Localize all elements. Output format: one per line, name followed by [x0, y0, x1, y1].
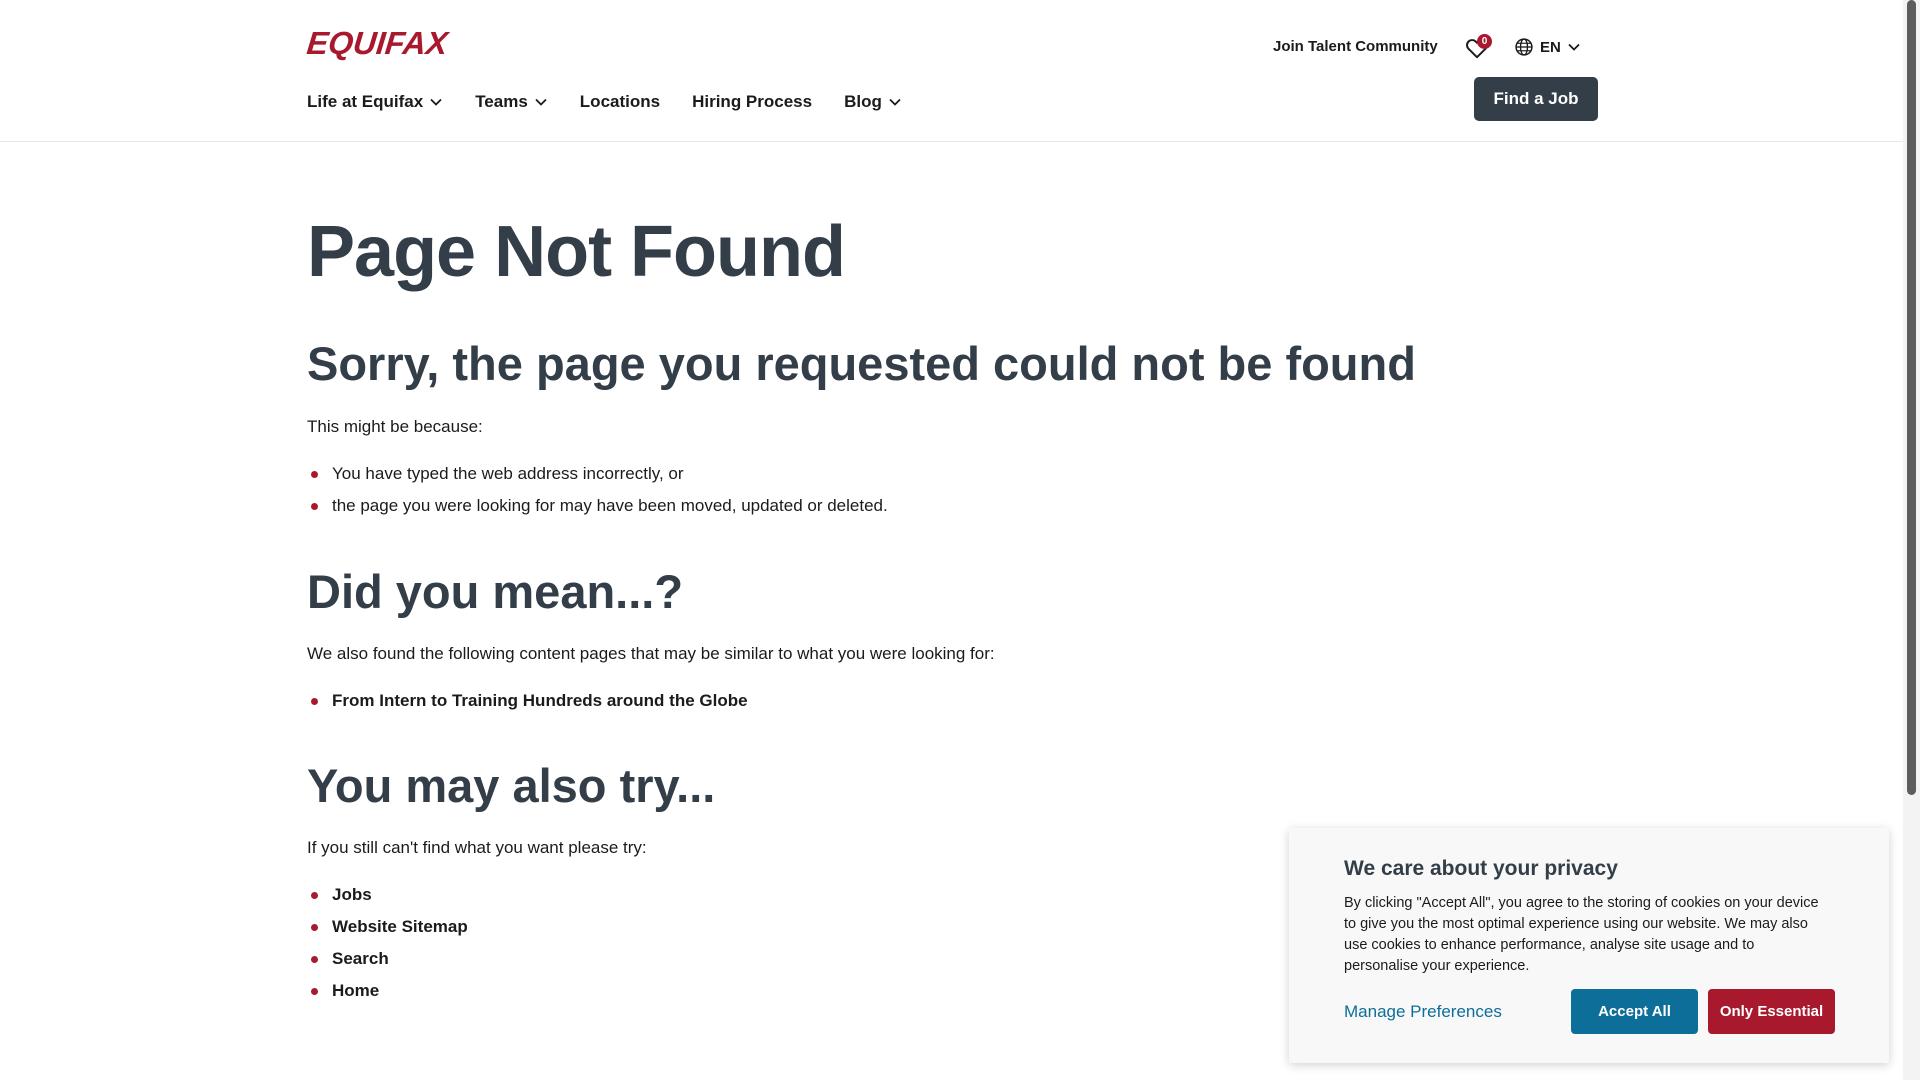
- similar-links-list: From Intern to Training Hundreds around …: [307, 685, 748, 717]
- scrollbar-thumb[interactable]: [1907, 0, 1916, 795]
- join-talent-community-link[interactable]: Join Talent Community: [1273, 33, 1438, 59]
- chevron-down-icon: [889, 98, 901, 106]
- accept-all-button[interactable]: Accept All: [1571, 989, 1698, 1034]
- cookie-description: By clicking "Accept All", you agree to t…: [1344, 895, 1819, 974]
- nav-item-locations[interactable]: Locations: [580, 92, 660, 112]
- only-essential-button[interactable]: Only Essential: [1708, 989, 1835, 1034]
- page-title: Page Not Found: [307, 212, 846, 292]
- nav-label: Hiring Process: [692, 92, 813, 111]
- nav-item-blog[interactable]: Blog: [844, 92, 902, 112]
- cookie-title: We care about your privacy: [1344, 857, 1618, 880]
- reason-intro: This might be because:: [307, 417, 483, 436]
- try-links-list: Jobs Website Sitemap Search Home: [307, 879, 468, 1007]
- jobs-link[interactable]: Jobs: [307, 879, 468, 911]
- similar-link[interactable]: From Intern to Training Hundreds around …: [307, 685, 748, 717]
- nav-label: Locations: [579, 92, 661, 111]
- chevron-down-icon: [535, 98, 547, 106]
- nav-label: Life at Equifax: [307, 92, 424, 111]
- reason-list: You have typed the web address incorrect…: [307, 458, 888, 522]
- chevron-down-icon: [430, 98, 442, 106]
- nav-label: Teams: [475, 92, 528, 111]
- language-selector[interactable]: EN: [1514, 35, 1581, 59]
- logo-text: EQUIFAX: [305, 24, 450, 61]
- search-link[interactable]: Search: [307, 943, 468, 975]
- website-sitemap-link[interactable]: Website Sitemap: [307, 911, 468, 943]
- home-link[interactable]: Home: [307, 975, 468, 1007]
- also-try-heading: You may also try...: [307, 759, 716, 812]
- site-header: EQUIFAX Join Talent Community 0 EN Life …: [0, 0, 1903, 142]
- chevron-down-icon: [1568, 43, 1580, 51]
- try-intro: If you still can't find what you want pl…: [307, 838, 647, 857]
- page-scrollbar[interactable]: [1903, 0, 1920, 1080]
- nav-item-teams[interactable]: Teams: [475, 92, 548, 112]
- similar-intro: We also found the following content page…: [307, 644, 995, 663]
- sorry-heading: Sorry, the page you requested could not …: [307, 337, 1416, 390]
- main-navigation: Life at Equifax Teams Locations Hiring P…: [307, 92, 902, 112]
- saved-jobs-count-badge: 0: [1477, 34, 1492, 49]
- cookie-consent-banner: We care about your privacy By clicking "…: [1289, 828, 1889, 1063]
- nav-item-hiring-process[interactable]: Hiring Process: [692, 92, 812, 112]
- did-you-mean-heading: Did you mean...?: [307, 565, 684, 618]
- globe-icon: [1515, 38, 1533, 56]
- find-a-job-button[interactable]: Find a Job: [1474, 77, 1598, 121]
- language-label: EN: [1540, 38, 1561, 56]
- list-item: You have typed the web address incorrect…: [307, 458, 888, 490]
- manage-preferences-link[interactable]: Manage Preferences: [1344, 1002, 1502, 1022]
- nav-item-life-at-equifax[interactable]: Life at Equifax: [307, 92, 443, 112]
- list-item: the page you were looking for may have b…: [307, 490, 888, 522]
- nav-label: Blog: [844, 92, 882, 111]
- equifax-logo[interactable]: EQUIFAX: [305, 24, 450, 61]
